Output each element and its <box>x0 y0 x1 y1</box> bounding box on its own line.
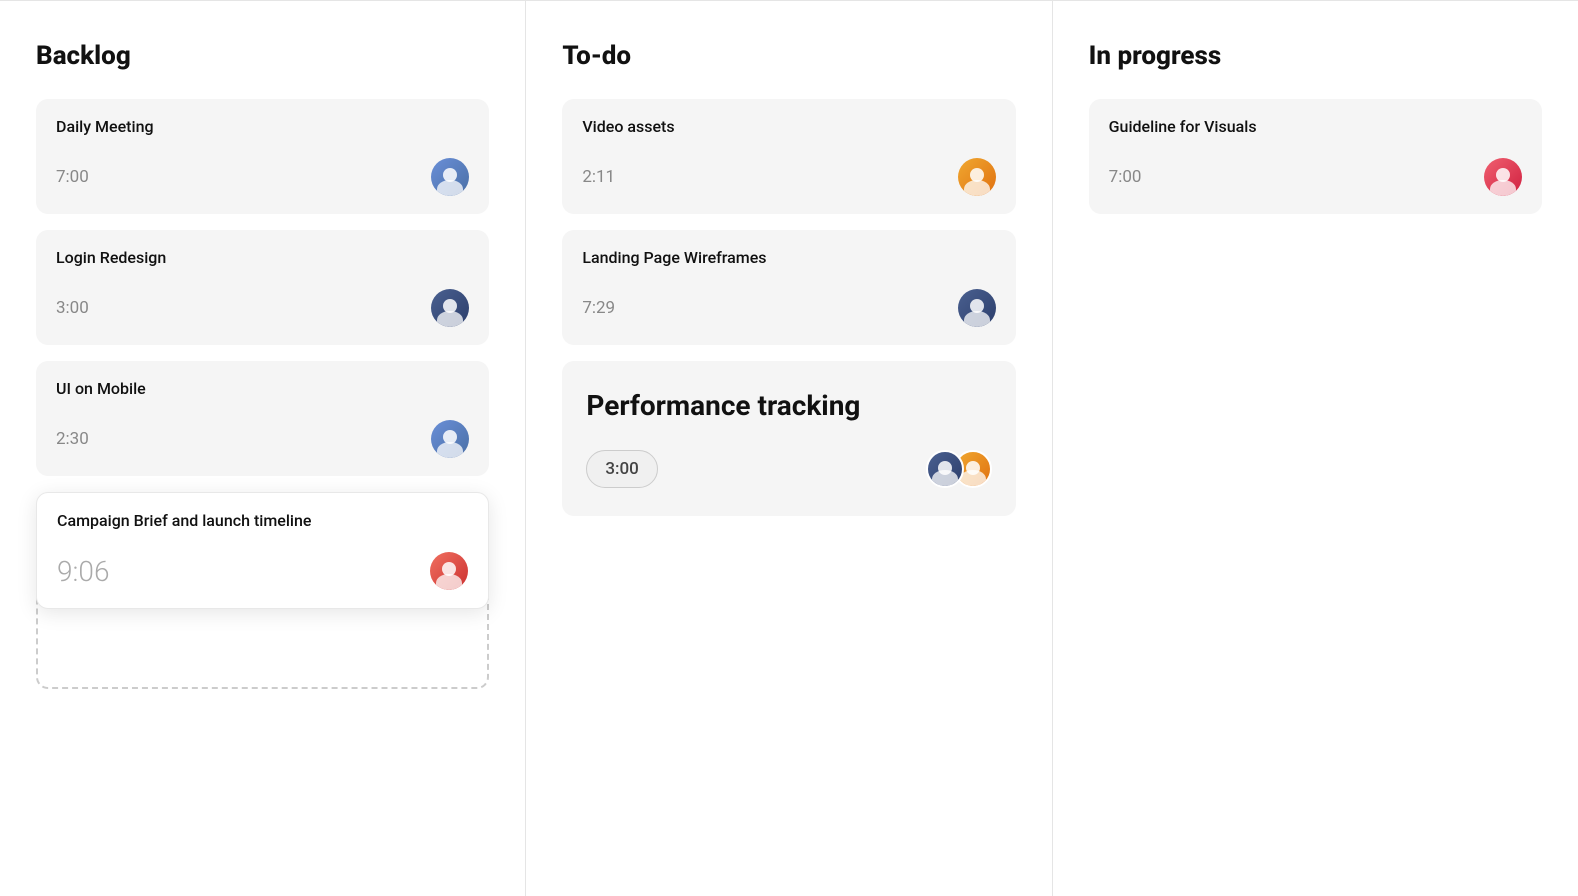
avatar <box>1484 158 1522 196</box>
card-footer: 3:00 <box>56 289 469 327</box>
card-title: Daily Meeting <box>56 117 469 136</box>
avatar <box>431 158 469 196</box>
card-time: 7:00 <box>56 167 89 187</box>
card-title: Guideline for Visuals <box>1109 117 1522 136</box>
card-time: 2:11 <box>582 167 615 187</box>
card-title: UI on Mobile <box>56 379 469 398</box>
card-footer: 7:00 <box>56 158 469 196</box>
card-footer: 2:11 <box>582 158 995 196</box>
avatar <box>431 289 469 327</box>
column-in-progress: In progress Guideline for Visuals 7:00 <box>1053 1 1578 896</box>
kanban-board: Backlog Daily Meeting 7:00 Login Redesig… <box>0 0 1578 896</box>
avatar-group <box>430 552 468 590</box>
avatar-group <box>1484 158 1522 196</box>
avatar <box>958 158 996 196</box>
card-performance-tracking[interactable]: Performance tracking 3:00 <box>562 361 1015 516</box>
card-footer: 9:06 <box>57 552 468 590</box>
avatar-group <box>926 450 992 488</box>
column-header-in-progress: In progress <box>1089 41 1542 71</box>
column-header-todo: To-do <box>562 41 1015 71</box>
card-login-redesign[interactable]: Login Redesign 3:00 <box>36 230 489 345</box>
card-guideline-visuals[interactable]: Guideline for Visuals 7:00 <box>1089 99 1542 214</box>
card-footer: 7:00 <box>1109 158 1522 196</box>
column-header-backlog: Backlog <box>36 41 489 71</box>
card-footer: 7:29 <box>582 289 995 327</box>
card-title: Login Redesign <box>56 248 469 267</box>
avatar <box>431 420 469 458</box>
avatar <box>926 450 964 488</box>
card-campaign-wrapper: Campaign Brief and launch timeline 9:06 <box>36 492 489 689</box>
card-landing-page[interactable]: Landing Page Wireframes 7:29 <box>562 230 1015 345</box>
card-daily-meeting[interactable]: Daily Meeting 7:00 <box>36 99 489 214</box>
avatar <box>958 289 996 327</box>
card-time: 9:06 <box>57 555 109 588</box>
card-footer: 2:30 <box>56 420 469 458</box>
avatar <box>430 552 468 590</box>
avatar-group <box>431 289 469 327</box>
card-footer: 3:00 <box>586 450 991 488</box>
card-title: Landing Page Wireframes <box>582 248 995 267</box>
card-title: Campaign Brief and launch timeline <box>57 511 468 530</box>
card-time: 3:00 <box>56 298 89 318</box>
card-time-badge: 3:00 <box>586 450 657 488</box>
card-time: 7:00 <box>1109 167 1142 187</box>
card-time: 2:30 <box>56 429 89 449</box>
column-backlog: Backlog Daily Meeting 7:00 Login Redesig… <box>0 1 526 896</box>
card-title: Performance tracking <box>586 389 991 422</box>
avatar-group <box>958 158 996 196</box>
card-video-assets[interactable]: Video assets 2:11 <box>562 99 1015 214</box>
column-todo: To-do Video assets 2:11 Landing Page Wir… <box>526 1 1052 896</box>
card-campaign-brief[interactable]: Campaign Brief and launch timeline 9:06 <box>36 492 489 609</box>
card-title: Video assets <box>582 117 995 136</box>
card-ui-on-mobile[interactable]: UI on Mobile 2:30 <box>36 361 489 476</box>
avatar-group <box>431 158 469 196</box>
avatar-group <box>431 420 469 458</box>
card-time: 7:29 <box>582 298 615 318</box>
avatar-group <box>958 289 996 327</box>
